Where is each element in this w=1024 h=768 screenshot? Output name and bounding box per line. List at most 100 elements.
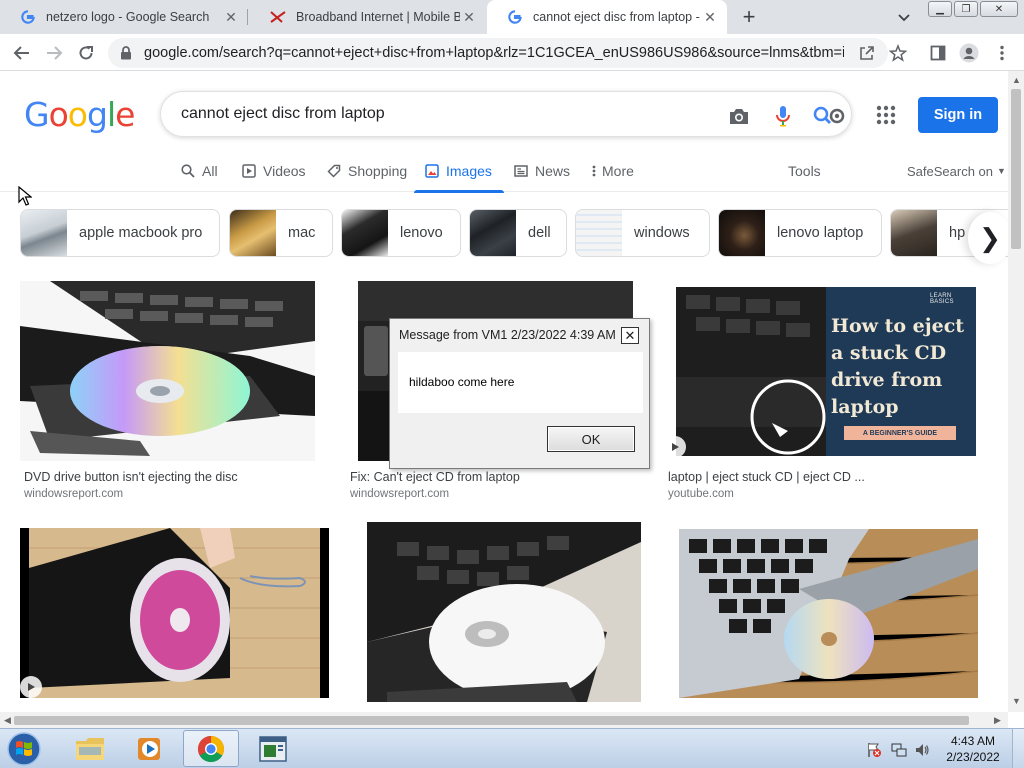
google-g-icon — [20, 9, 36, 25]
vertical-scrollbar[interactable]: ▲ ▼ — [1008, 71, 1024, 712]
video-play-icon[interactable] — [20, 676, 42, 698]
horizontal-scroll-thumb[interactable] — [14, 716, 969, 725]
tab-videos[interactable]: Videos — [241, 150, 306, 192]
bookmark-star-icon[interactable] — [888, 43, 908, 63]
tab-images[interactable]: Images — [414, 150, 504, 193]
back-arrow-icon — [13, 46, 29, 60]
result-site[interactable]: youtube.com — [668, 488, 734, 500]
chip-label: dell — [528, 225, 551, 241]
browser-tab-netzero-logo[interactable]: netzero logo - Google Search ✕ — [0, 0, 248, 34]
taskbar-chrome[interactable] — [183, 730, 239, 767]
chip-lenovo-laptop[interactable]: lenovo laptop — [718, 209, 882, 257]
search-settings-icon[interactable] — [812, 104, 848, 128]
scroll-left-arrow-icon[interactable]: ◀ — [4, 715, 11, 726]
share-icon[interactable] — [857, 43, 877, 63]
more-vert-icon — [590, 163, 598, 179]
chip-thumbnail — [576, 210, 622, 256]
result-image-macbook-disc[interactable] — [679, 529, 978, 698]
search-query[interactable]: cannot eject disc from laptop — [181, 105, 385, 123]
scroll-down-arrow-icon[interactable]: ▼ — [1012, 696, 1021, 706]
chip-apple-macbook-pro[interactable]: apple macbook pro — [20, 209, 220, 257]
browser-tab-cannot-eject[interactable]: cannot eject disc from laptop - Google S… — [487, 0, 727, 34]
tab-more[interactable]: More — [590, 150, 634, 192]
address-bar[interactable]: google.com/search?q=cannot+eject+disc+fr… — [108, 38, 888, 68]
close-tab-icon[interactable]: ✕ — [460, 8, 478, 26]
tools-button[interactable]: Tools — [788, 150, 821, 192]
browser-menu-icon[interactable] — [992, 43, 1012, 63]
chip-label: apple macbook pro — [79, 225, 203, 241]
search-type-tabs: All Videos Shopping Images News More Too… — [0, 150, 1008, 193]
result-site[interactable]: windowsreport.com — [350, 488, 449, 500]
headline-line: How to eject — [831, 315, 965, 337]
caret-down-icon: ▼ — [997, 166, 1006, 176]
search-box[interactable]: cannot eject disc from laptop — [160, 91, 852, 137]
microphone-icon[interactable] — [771, 104, 795, 128]
dialog-close-button[interactable]: ✕ — [621, 327, 639, 344]
video-icon — [241, 163, 257, 179]
result-title[interactable]: Fix: Can't eject CD from laptop — [350, 470, 640, 484]
minimize-button[interactable]: ▁ — [928, 1, 952, 17]
url-path: /search?q=cannot+eject+disc+from+laptop&… — [218, 45, 844, 61]
chip-label: lenovo laptop — [777, 225, 864, 241]
result-image-youtube-eject[interactable]: LEARN BASICS How to eject a stuck CD dri… — [676, 287, 976, 456]
logo-letter: e — [115, 95, 135, 134]
taskbar-explorer[interactable] — [62, 730, 118, 767]
thumb-badge: A BEGINNER'S GUIDE — [844, 426, 956, 440]
scroll-up-arrow-icon[interactable]: ▲ — [1012, 75, 1021, 85]
start-button[interactable] — [4, 731, 44, 767]
tab-all[interactable]: All — [180, 150, 218, 192]
result-image-dvd-drive[interactable] — [20, 281, 315, 461]
tag-icon — [326, 163, 342, 179]
horizontal-scrollbar[interactable]: ◀ ▶ — [0, 712, 1008, 728]
video-play-icon[interactable] — [664, 436, 686, 458]
vertical-scroll-thumb[interactable] — [1011, 89, 1021, 249]
headline-line: laptop — [831, 396, 899, 418]
forward-button[interactable] — [41, 40, 67, 66]
action-center-flag-icon[interactable] — [866, 742, 882, 758]
chip-dell[interactable]: dell — [469, 209, 567, 257]
taskbar-remote-app[interactable] — [245, 730, 301, 767]
chip-mac[interactable]: mac — [229, 209, 333, 257]
volume-icon[interactable] — [914, 742, 930, 758]
folder-icon — [76, 737, 104, 760]
close-tab-icon[interactable]: ✕ — [222, 8, 240, 26]
chip-label: windows — [634, 225, 690, 241]
taskbar-clock[interactable]: 4:43 AM 2/23/2022 — [940, 733, 1006, 765]
result-title[interactable]: DVD drive button isn't ejecting the disc — [24, 470, 314, 484]
tab-search-icon[interactable] — [895, 8, 913, 26]
thumb-learn-basics: LEARN BASICS — [930, 293, 954, 305]
new-tab-button[interactable]: + — [737, 4, 761, 29]
close-window-button[interactable]: ✕ — [980, 1, 1018, 17]
tab-news[interactable]: News — [513, 150, 570, 192]
close-tab-icon[interactable]: ✕ — [701, 8, 719, 26]
chip-lenovo[interactable]: lenovo — [341, 209, 461, 257]
scroll-right-arrow-icon[interactable]: ▶ — [994, 715, 1001, 726]
google-apps-icon[interactable] — [876, 105, 896, 125]
dialog-title: Message from VM1 2/23/2022 4:39 AM — [399, 328, 616, 342]
network-icon[interactable] — [891, 742, 907, 758]
reload-button[interactable] — [73, 40, 99, 66]
result-title[interactable]: laptop | eject stuck CD | eject CD ... — [668, 470, 968, 484]
google-logo[interactable]: Google — [24, 95, 135, 134]
logo-letter: o — [48, 95, 69, 134]
ok-button[interactable]: OK — [547, 426, 635, 452]
profile-avatar-icon[interactable] — [959, 43, 979, 63]
tab-shopping[interactable]: Shopping — [326, 150, 407, 192]
taskbar-media-player[interactable] — [122, 730, 178, 767]
sign-in-button[interactable]: Sign in — [918, 97, 998, 133]
browser-tab-strip: netzero logo - Google Search ✕ Broadband… — [0, 0, 1024, 34]
back-button[interactable] — [9, 40, 35, 66]
side-panel-icon[interactable] — [928, 43, 948, 63]
chip-windows[interactable]: windows — [575, 209, 710, 257]
safesearch-toggle[interactable]: SafeSearch on ▼ — [907, 150, 1006, 192]
chips-next-button[interactable]: ❯ — [968, 212, 1012, 264]
result-site[interactable]: windowsreport.com — [24, 488, 123, 500]
result-image-paperclip[interactable] — [20, 528, 329, 698]
lock-icon[interactable] — [118, 45, 134, 61]
dialog-body: hildaboo come here — [398, 352, 643, 413]
browser-tab-broadband[interactable]: Broadband Internet | Mobile Broadband ✕ — [250, 0, 486, 34]
result-image-cd-tray[interactable] — [367, 522, 641, 702]
restore-button[interactable]: ❐ — [954, 1, 978, 17]
camera-lens-icon[interactable] — [727, 104, 751, 128]
show-desktop-button[interactable] — [1012, 729, 1024, 768]
